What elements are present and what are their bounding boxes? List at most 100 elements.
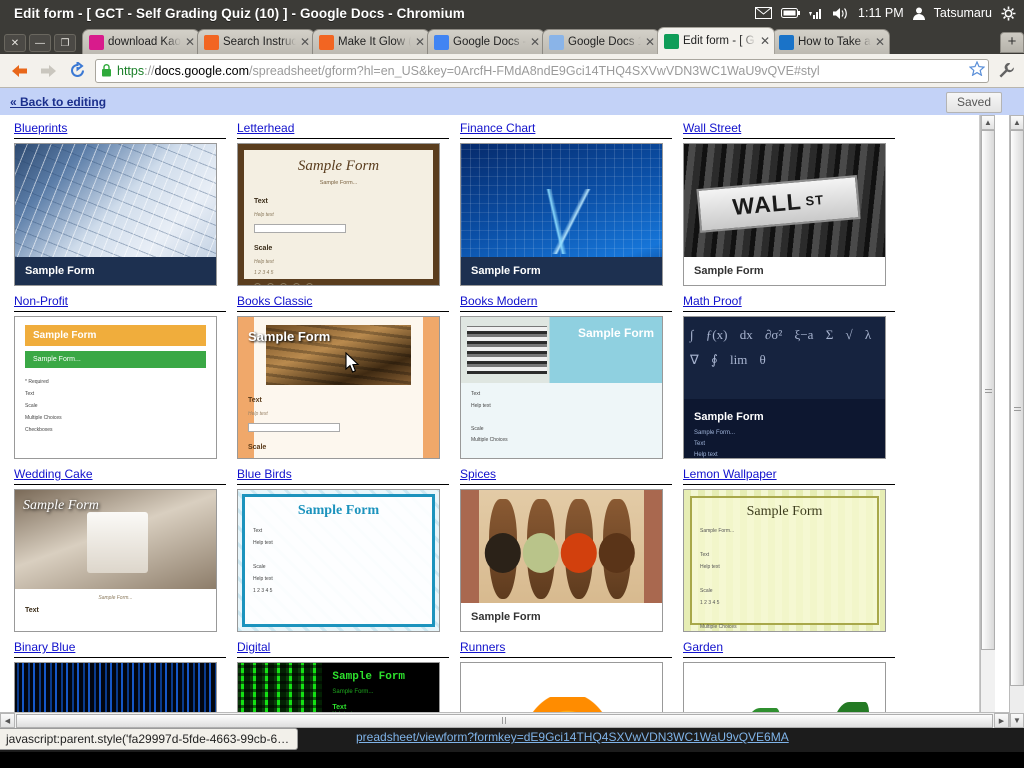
theme-thumbnail[interactable]: Sample FormSample Form...TextHelp text xyxy=(237,662,440,712)
scroll-left-button[interactable]: ◀ xyxy=(0,713,15,728)
theme-name-link[interactable]: Finance Chart xyxy=(460,121,672,136)
horizontal-scrollbar[interactable]: ◀ ▶ xyxy=(0,712,1009,728)
mail-icon[interactable] xyxy=(755,7,773,19)
theme-card[interactable]: Binary Blue xyxy=(14,640,226,712)
volume-icon[interactable] xyxy=(832,7,849,20)
theme-name-link[interactable]: Spices xyxy=(460,467,672,482)
theme-name-link[interactable]: Digital xyxy=(237,640,449,655)
tab-close-icon[interactable]: ✕ xyxy=(185,36,195,48)
theme-thumbnail[interactable] xyxy=(460,662,663,712)
theme-card[interactable]: Non-Profit Sample Form Sample Form... * Req… xyxy=(14,294,226,459)
browser-tab[interactable]: Edit form - [ G ✕ xyxy=(657,27,775,54)
reload-icon[interactable] xyxy=(66,60,88,82)
preview-text-label: Text xyxy=(254,198,268,205)
new-tab-button[interactable]: + xyxy=(1000,32,1024,53)
browser-tab[interactable]: How to Take a ✕ xyxy=(772,29,890,54)
theme-thumbnail[interactable]: Sample Form Sample Form... * Required Text S… xyxy=(14,316,217,459)
tab-close-icon[interactable]: ✕ xyxy=(415,36,425,48)
theme-thumbnail[interactable]: Sample Form Sample Form... Text Help text Sc… xyxy=(683,489,886,632)
battery-icon[interactable] xyxy=(781,7,801,19)
page-scroll-thumb[interactable] xyxy=(1010,130,1024,686)
tab-close-icon[interactable]: ✕ xyxy=(760,35,770,47)
window-minimize-button[interactable]: — xyxy=(29,34,51,52)
wrench-icon[interactable] xyxy=(996,60,1016,82)
theme-thumbnail[interactable]: Sample FormSample Form...TextHelp text xyxy=(683,316,886,459)
theme-card[interactable]: Letterhead Sample Form Sample Form... Text H… xyxy=(237,121,449,286)
browser-tab[interactable]: download Kao ✕ xyxy=(82,29,200,54)
window-titlebar: Edit form - [ GCT - Self Grading Quiz (1… xyxy=(0,0,1024,26)
theme-name-link[interactable]: Blueprints xyxy=(14,121,226,136)
gear-icon[interactable] xyxy=(1001,6,1016,21)
theme-thumbnail[interactable]: Sample Form Text Help text Scale Multiple Ch… xyxy=(460,316,663,459)
page-vertical-scrollbar[interactable]: ▲ ▼ xyxy=(1009,115,1024,728)
theme-thumbnail[interactable]: Sample FormTextHelp textScaleHelp text1 … xyxy=(237,316,440,459)
theme-name-link[interactable]: Garden xyxy=(683,640,895,655)
theme-name-link[interactable]: Books Modern xyxy=(460,294,672,309)
theme-card[interactable]: Math Proof Sample Form Sample Form... Text H… xyxy=(683,294,895,459)
theme-name-link[interactable]: Binary Blue xyxy=(14,640,226,655)
theme-card[interactable]: Runners xyxy=(460,640,672,712)
theme-thumbnail[interactable]: Sample Form xyxy=(14,143,217,286)
theme-thumbnail[interactable]: Sample Form xyxy=(460,489,663,632)
theme-thumbnail[interactable]: Sample Form xyxy=(460,143,663,286)
theme-name-link[interactable]: Books Classic xyxy=(237,294,449,309)
browser-tabstrip: ✕ — ❐ download Kao ✕ Search Instruc ✕ Make I… xyxy=(0,26,1024,54)
theme-name-link[interactable]: Wall Street xyxy=(683,121,895,136)
theme-thumbnail[interactable]: Sample Form Sample Form... Text Help text Sc… xyxy=(237,143,440,286)
theme-name-link[interactable]: Blue Birds xyxy=(237,467,449,482)
tab-close-icon[interactable]: ✕ xyxy=(530,36,540,48)
theme-card[interactable]: Digital Sample FormSample Form...TextHelp… xyxy=(237,640,449,712)
page-scroll-up-button[interactable]: ▲ xyxy=(1010,115,1024,130)
theme-card[interactable]: Finance Chart Sample Form xyxy=(460,121,672,286)
inner-scroll-thumb[interactable] xyxy=(981,130,995,650)
theme-card[interactable]: Wall Street WALL ST Sample Form xyxy=(683,121,895,286)
address-bar[interactable]: https://docs.google.com/spreadsheet/gfor… xyxy=(95,58,989,83)
horizontal-scroll-thumb[interactable] xyxy=(16,713,993,728)
window-restore-button[interactable]: ❐ xyxy=(54,34,76,52)
tab-close-icon[interactable]: ✕ xyxy=(645,36,655,48)
inner-vertical-scrollbar[interactable]: ▲ xyxy=(980,115,995,712)
theme-card[interactable]: Wedding Cake Sample Form Sample Form... Tex… xyxy=(14,467,226,632)
theme-thumbnail[interactable]: WALL ST Sample Form xyxy=(683,143,886,286)
saved-button[interactable]: Saved xyxy=(945,92,1002,113)
theme-divider xyxy=(237,657,449,658)
window-close-button[interactable]: ✕ xyxy=(4,34,26,52)
theme-card[interactable]: Garden xyxy=(683,640,895,712)
forward-arrow-icon[interactable] xyxy=(37,60,59,82)
scroll-right-button[interactable]: ▶ xyxy=(994,713,1009,728)
browser-tab[interactable]: Google Docs 1 ✕ xyxy=(542,29,660,54)
tab-close-icon[interactable]: ✕ xyxy=(875,36,885,48)
browser-tab[interactable]: Google Docs - ✕ xyxy=(427,29,545,54)
browser-tab[interactable]: Make It Glow (✕ xyxy=(312,29,430,54)
theme-card[interactable]: Blueprints Sample Form xyxy=(14,121,226,286)
page-viewport: Blueprints Sample Form Letterhead Sample Fo… xyxy=(0,115,1024,728)
theme-thumbnail[interactable]: Sample Form Sample Form... Text xyxy=(14,489,217,632)
theme-thumbnail[interactable] xyxy=(683,662,886,712)
theme-name-link[interactable]: Math Proof xyxy=(683,294,895,309)
theme-card[interactable]: Blue Birds Sample Form Text Help text Scale H… xyxy=(237,467,449,632)
theme-name-link[interactable]: Non-Profit xyxy=(14,294,226,309)
url-text[interactable]: https://docs.google.com/spreadsheet/gfor… xyxy=(117,64,964,78)
theme-name-link[interactable]: Runners xyxy=(460,640,672,655)
theme-card[interactable]: Lemon Wallpaper Sample Form Sample Form...… xyxy=(683,467,895,632)
back-arrow-icon[interactable] xyxy=(8,60,30,82)
theme-card[interactable]: Books Modern Sample Form Text Help text Scal… xyxy=(460,294,672,459)
signal-icon[interactable] xyxy=(809,7,823,19)
theme-name-link[interactable]: Letterhead xyxy=(237,121,449,136)
browser-tab[interactable]: Search Instruc ✕ xyxy=(197,29,315,54)
inner-scroll-up-button[interactable]: ▲ xyxy=(981,115,995,130)
theme-name-link[interactable]: Lemon Wallpaper xyxy=(683,467,895,482)
preview-scale-label: Scale xyxy=(248,443,267,451)
star-icon[interactable] xyxy=(968,59,986,81)
page-scroll-down-button[interactable]: ▼ xyxy=(1010,713,1024,728)
theme-thumbnail[interactable]: Sample FormTextHelp textScaleHelp text1 … xyxy=(237,489,440,632)
clock[interactable]: 1:11 PM xyxy=(858,6,904,20)
theme-thumbnail[interactable] xyxy=(14,662,217,712)
theme-card[interactable]: Spices Sample Form xyxy=(460,467,672,632)
back-to-editing-link[interactable]: « Back to editing xyxy=(10,95,106,109)
tab-close-icon[interactable]: ✕ xyxy=(300,36,310,48)
preview-title: Sample Form xyxy=(577,326,654,340)
theme-card[interactable]: Books Classic Sample Form Text Help text Sca… xyxy=(237,294,449,459)
theme-name-link[interactable]: Wedding Cake xyxy=(14,467,226,482)
username-label[interactable]: Tatsumaru xyxy=(934,6,992,20)
